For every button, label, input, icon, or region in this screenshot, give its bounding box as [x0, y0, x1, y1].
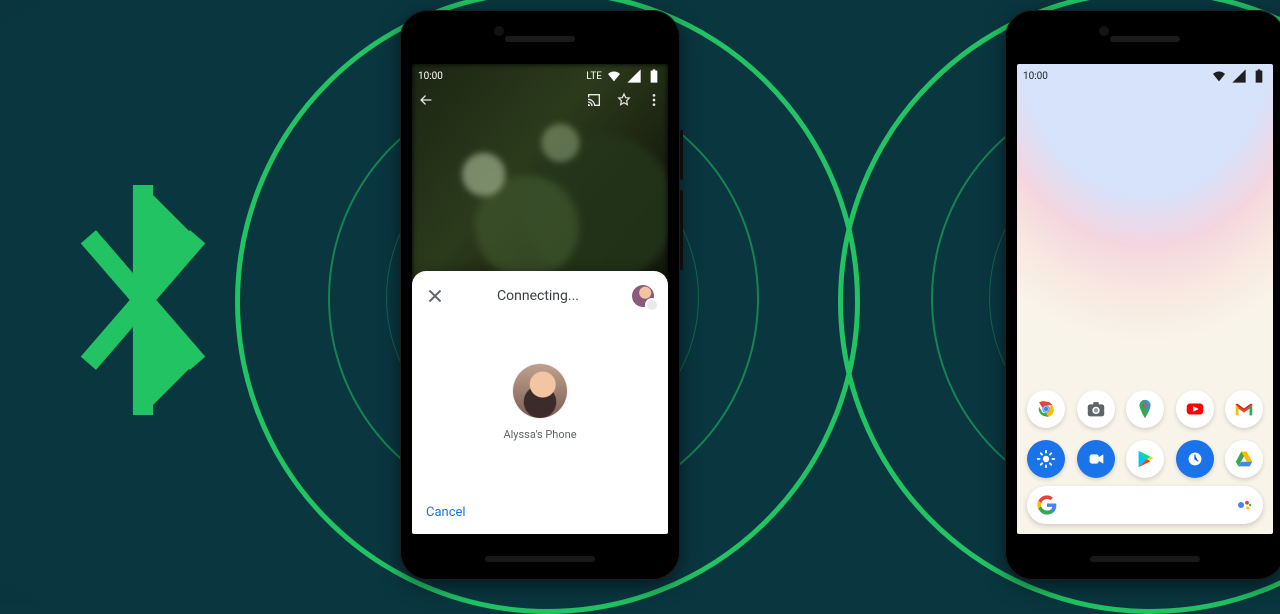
- cast-icon[interactable]: [586, 92, 602, 108]
- duo-icon[interactable]: [1077, 440, 1115, 478]
- app-row-2: [1027, 440, 1263, 478]
- close-icon[interactable]: [426, 287, 444, 305]
- more-icon[interactable]: [646, 92, 662, 108]
- status-time: 10:00: [1023, 71, 1048, 82]
- youtube-icon[interactable]: [1176, 390, 1214, 428]
- promo-stage: 10:00 LTE: [0, 0, 1280, 605]
- google-g-icon: [1037, 495, 1057, 515]
- assistant-icon[interactable]: [1235, 496, 1253, 514]
- app-row-1: [1027, 390, 1263, 428]
- drive-icon[interactable]: [1225, 440, 1263, 478]
- status-net-label: LTE: [586, 71, 602, 82]
- status-bar: 10:00 LTE: [418, 68, 662, 84]
- star-icon[interactable]: [616, 92, 632, 108]
- share-target[interactable]: Alyssa's Phone: [503, 364, 576, 441]
- sheet-title: Connecting...: [497, 288, 579, 304]
- battery-icon: [1251, 68, 1267, 84]
- target-name: Alyssa's Phone: [503, 428, 576, 441]
- target-avatar: [513, 364, 567, 418]
- self-avatar[interactable]: [632, 285, 654, 307]
- status-bar: 10:00: [1023, 68, 1267, 84]
- camera-icon[interactable]: [1077, 390, 1115, 428]
- status-time: 10:00: [418, 71, 443, 82]
- settings-icon[interactable]: [1027, 440, 1065, 478]
- sender-phone: 10:00 LTE: [400, 10, 680, 580]
- clock-icon[interactable]: [1176, 440, 1214, 478]
- wifi-icon: [1211, 68, 1227, 84]
- battery-icon: [646, 68, 662, 84]
- gmail-icon[interactable]: [1225, 390, 1263, 428]
- signal-icon: [626, 68, 642, 84]
- photo-app-bar: [418, 88, 662, 112]
- wifi-icon: [606, 68, 622, 84]
- bluetooth-icon: [60, 175, 225, 425]
- signal-icon: [1231, 68, 1247, 84]
- play-store-icon[interactable]: [1126, 440, 1164, 478]
- search-bar[interactable]: [1027, 486, 1263, 524]
- cancel-button[interactable]: Cancel: [426, 505, 466, 520]
- maps-icon[interactable]: [1126, 390, 1164, 428]
- back-icon[interactable]: [418, 92, 434, 108]
- share-sheet: Connecting... Alyssa's Phone Cancel: [412, 271, 668, 534]
- chrome-icon[interactable]: [1027, 390, 1065, 428]
- receiver-phone: 10:00: [1005, 10, 1280, 580]
